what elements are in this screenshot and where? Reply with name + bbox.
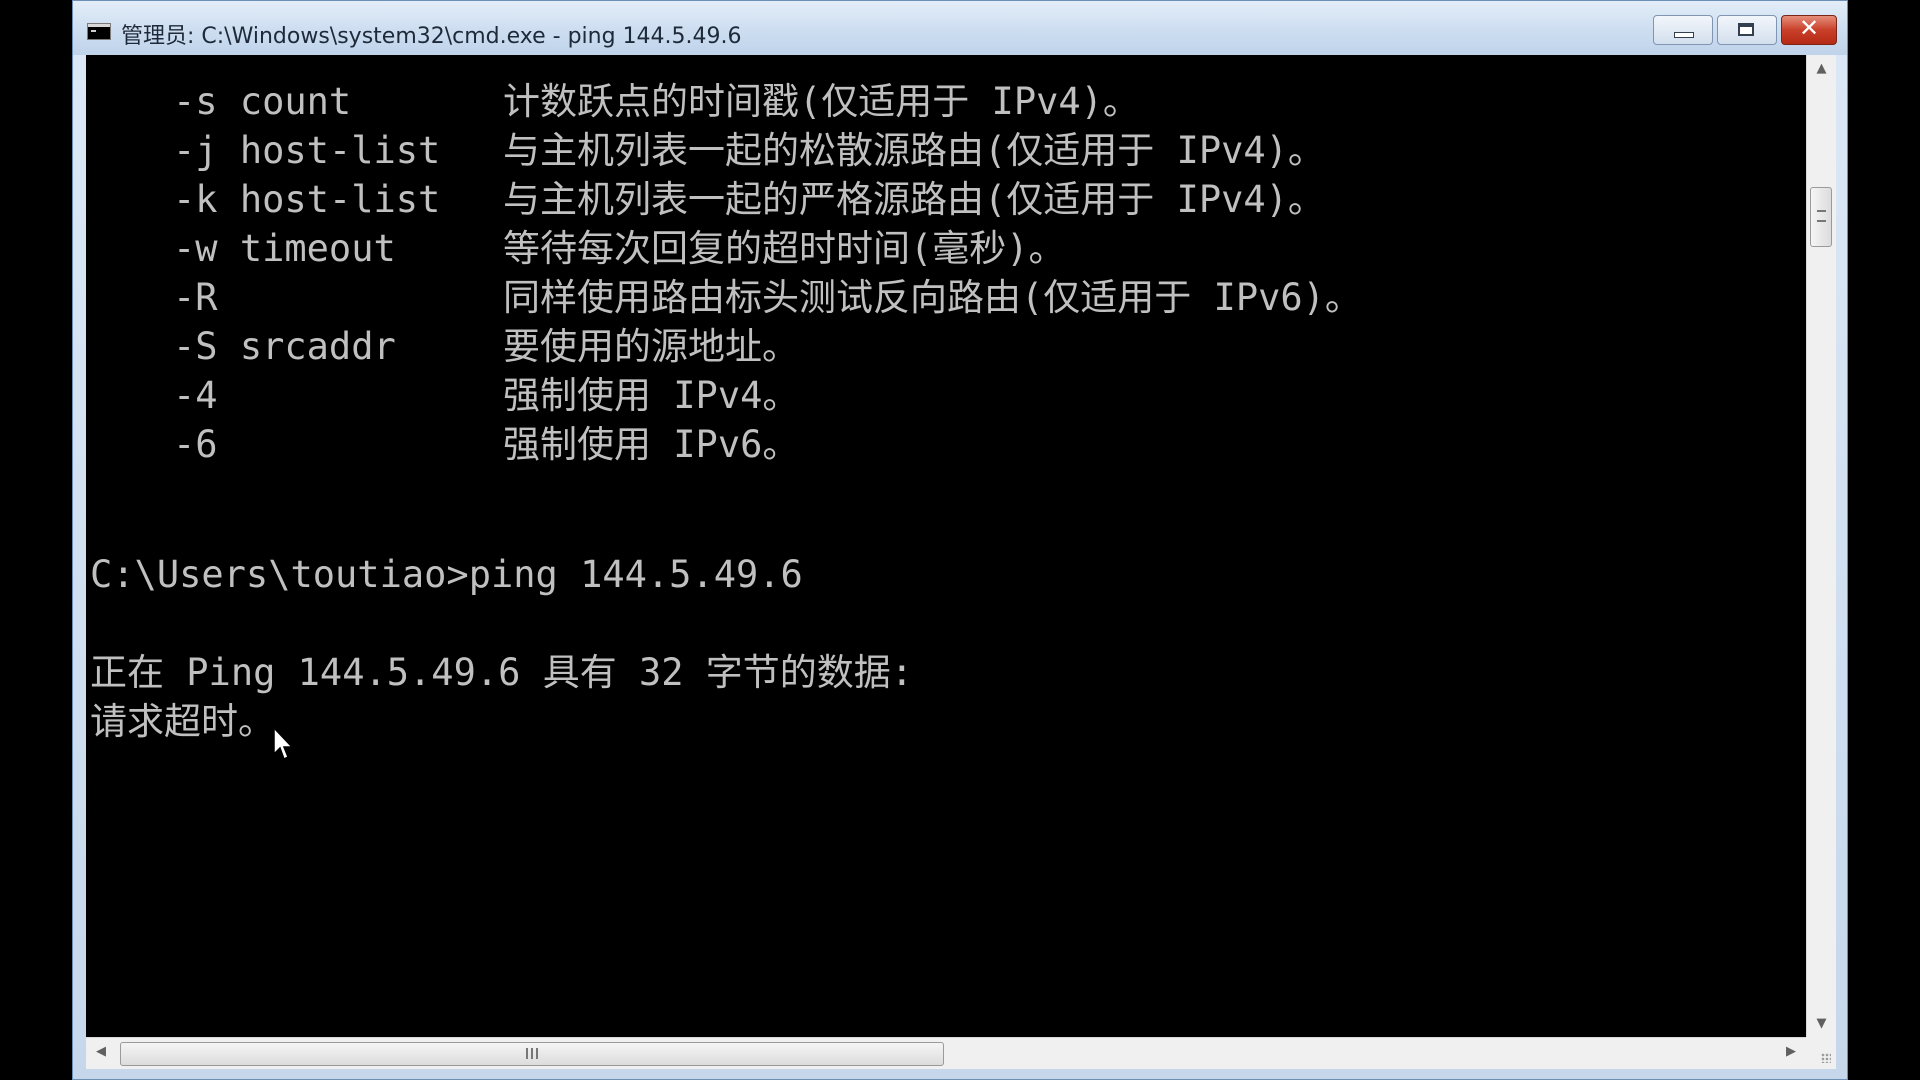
title-bar[interactable]: 管理员: C:\Windows\system32\cmd.exe - ping … — [73, 1, 1847, 55]
scroll-up-icon[interactable]: ▲ — [1807, 61, 1836, 76]
maximize-button[interactable] — [1717, 15, 1777, 45]
vertical-scroll-thumb[interactable] — [1810, 187, 1832, 247]
scroll-left-icon[interactable]: ◀ — [96, 1044, 106, 1059]
grip-icon — [1817, 210, 1826, 222]
option-flag: -k host-list — [173, 178, 441, 221]
option-description: 等待每次回复的超时时间(毫秒)。 — [503, 227, 1066, 270]
horizontal-scrollbar[interactable]: ◀ ▶ — [86, 1037, 1806, 1069]
close-button[interactable]: ✕ — [1781, 14, 1837, 45]
window-title: 管理员: C:\Windows\system32\cmd.exe - ping … — [121, 24, 742, 49]
option-flag: -j host-list — [173, 129, 441, 172]
ping-status-line: 正在 Ping 144.5.49.6 具有 32 字节的数据: — [90, 651, 914, 694]
option-flag: -s count — [173, 80, 352, 123]
minimize-button[interactable] — [1653, 15, 1713, 45]
option-description: 强制使用 IPv6。 — [503, 423, 800, 466]
scroll-down-icon[interactable]: ▼ — [1807, 1016, 1836, 1031]
horizontal-scroll-thumb[interactable] — [120, 1042, 944, 1066]
grip-icon — [526, 1048, 538, 1059]
console-output[interactable]: -s count 计数跃点的时间戳(仅适用于 IPv4)。 -j host-list… — [86, 55, 1806, 1037]
scroll-right-icon[interactable]: ▶ — [1786, 1044, 1796, 1059]
option-description: 强制使用 IPv4。 — [503, 374, 800, 417]
option-flag: -6 — [173, 423, 218, 466]
resize-grip[interactable] — [1806, 1037, 1836, 1069]
console-app-icon[interactable] — [87, 23, 111, 40]
option-flag: -w timeout — [173, 227, 396, 270]
maximize-icon — [1738, 23, 1754, 36]
mouse-pointer-icon — [273, 727, 294, 761]
option-description: 与主机列表一起的松散源路由(仅适用于 IPv4)。 — [503, 129, 1325, 172]
option-description: 要使用的源地址。 — [503, 325, 799, 368]
option-flag: -S srcaddr — [173, 325, 396, 368]
caption-buttons: ✕ — [1653, 14, 1837, 45]
vertical-scrollbar[interactable]: ▲ ▼ — [1806, 55, 1836, 1037]
option-description: 计数跃点的时间戳(仅适用于 IPv4)。 — [503, 80, 1140, 123]
option-description: 同样使用路由标头测试反向路由(仅适用于 IPv6)。 — [503, 276, 1362, 319]
command-prompt-line: C:\Users\toutiao>ping 144.5.49.6 — [90, 553, 803, 596]
close-icon: ✕ — [1798, 14, 1820, 42]
minimize-icon — [1674, 32, 1694, 38]
option-description: 与主机列表一起的严格源路由(仅适用于 IPv4)。 — [503, 178, 1325, 221]
request-timeout-line: 请求超时。 — [90, 700, 275, 743]
cmd-window: 管理员: C:\Windows\system32\cmd.exe - ping … — [72, 0, 1848, 1080]
option-flag: -4 — [173, 374, 218, 417]
option-flag: -R — [173, 276, 218, 319]
